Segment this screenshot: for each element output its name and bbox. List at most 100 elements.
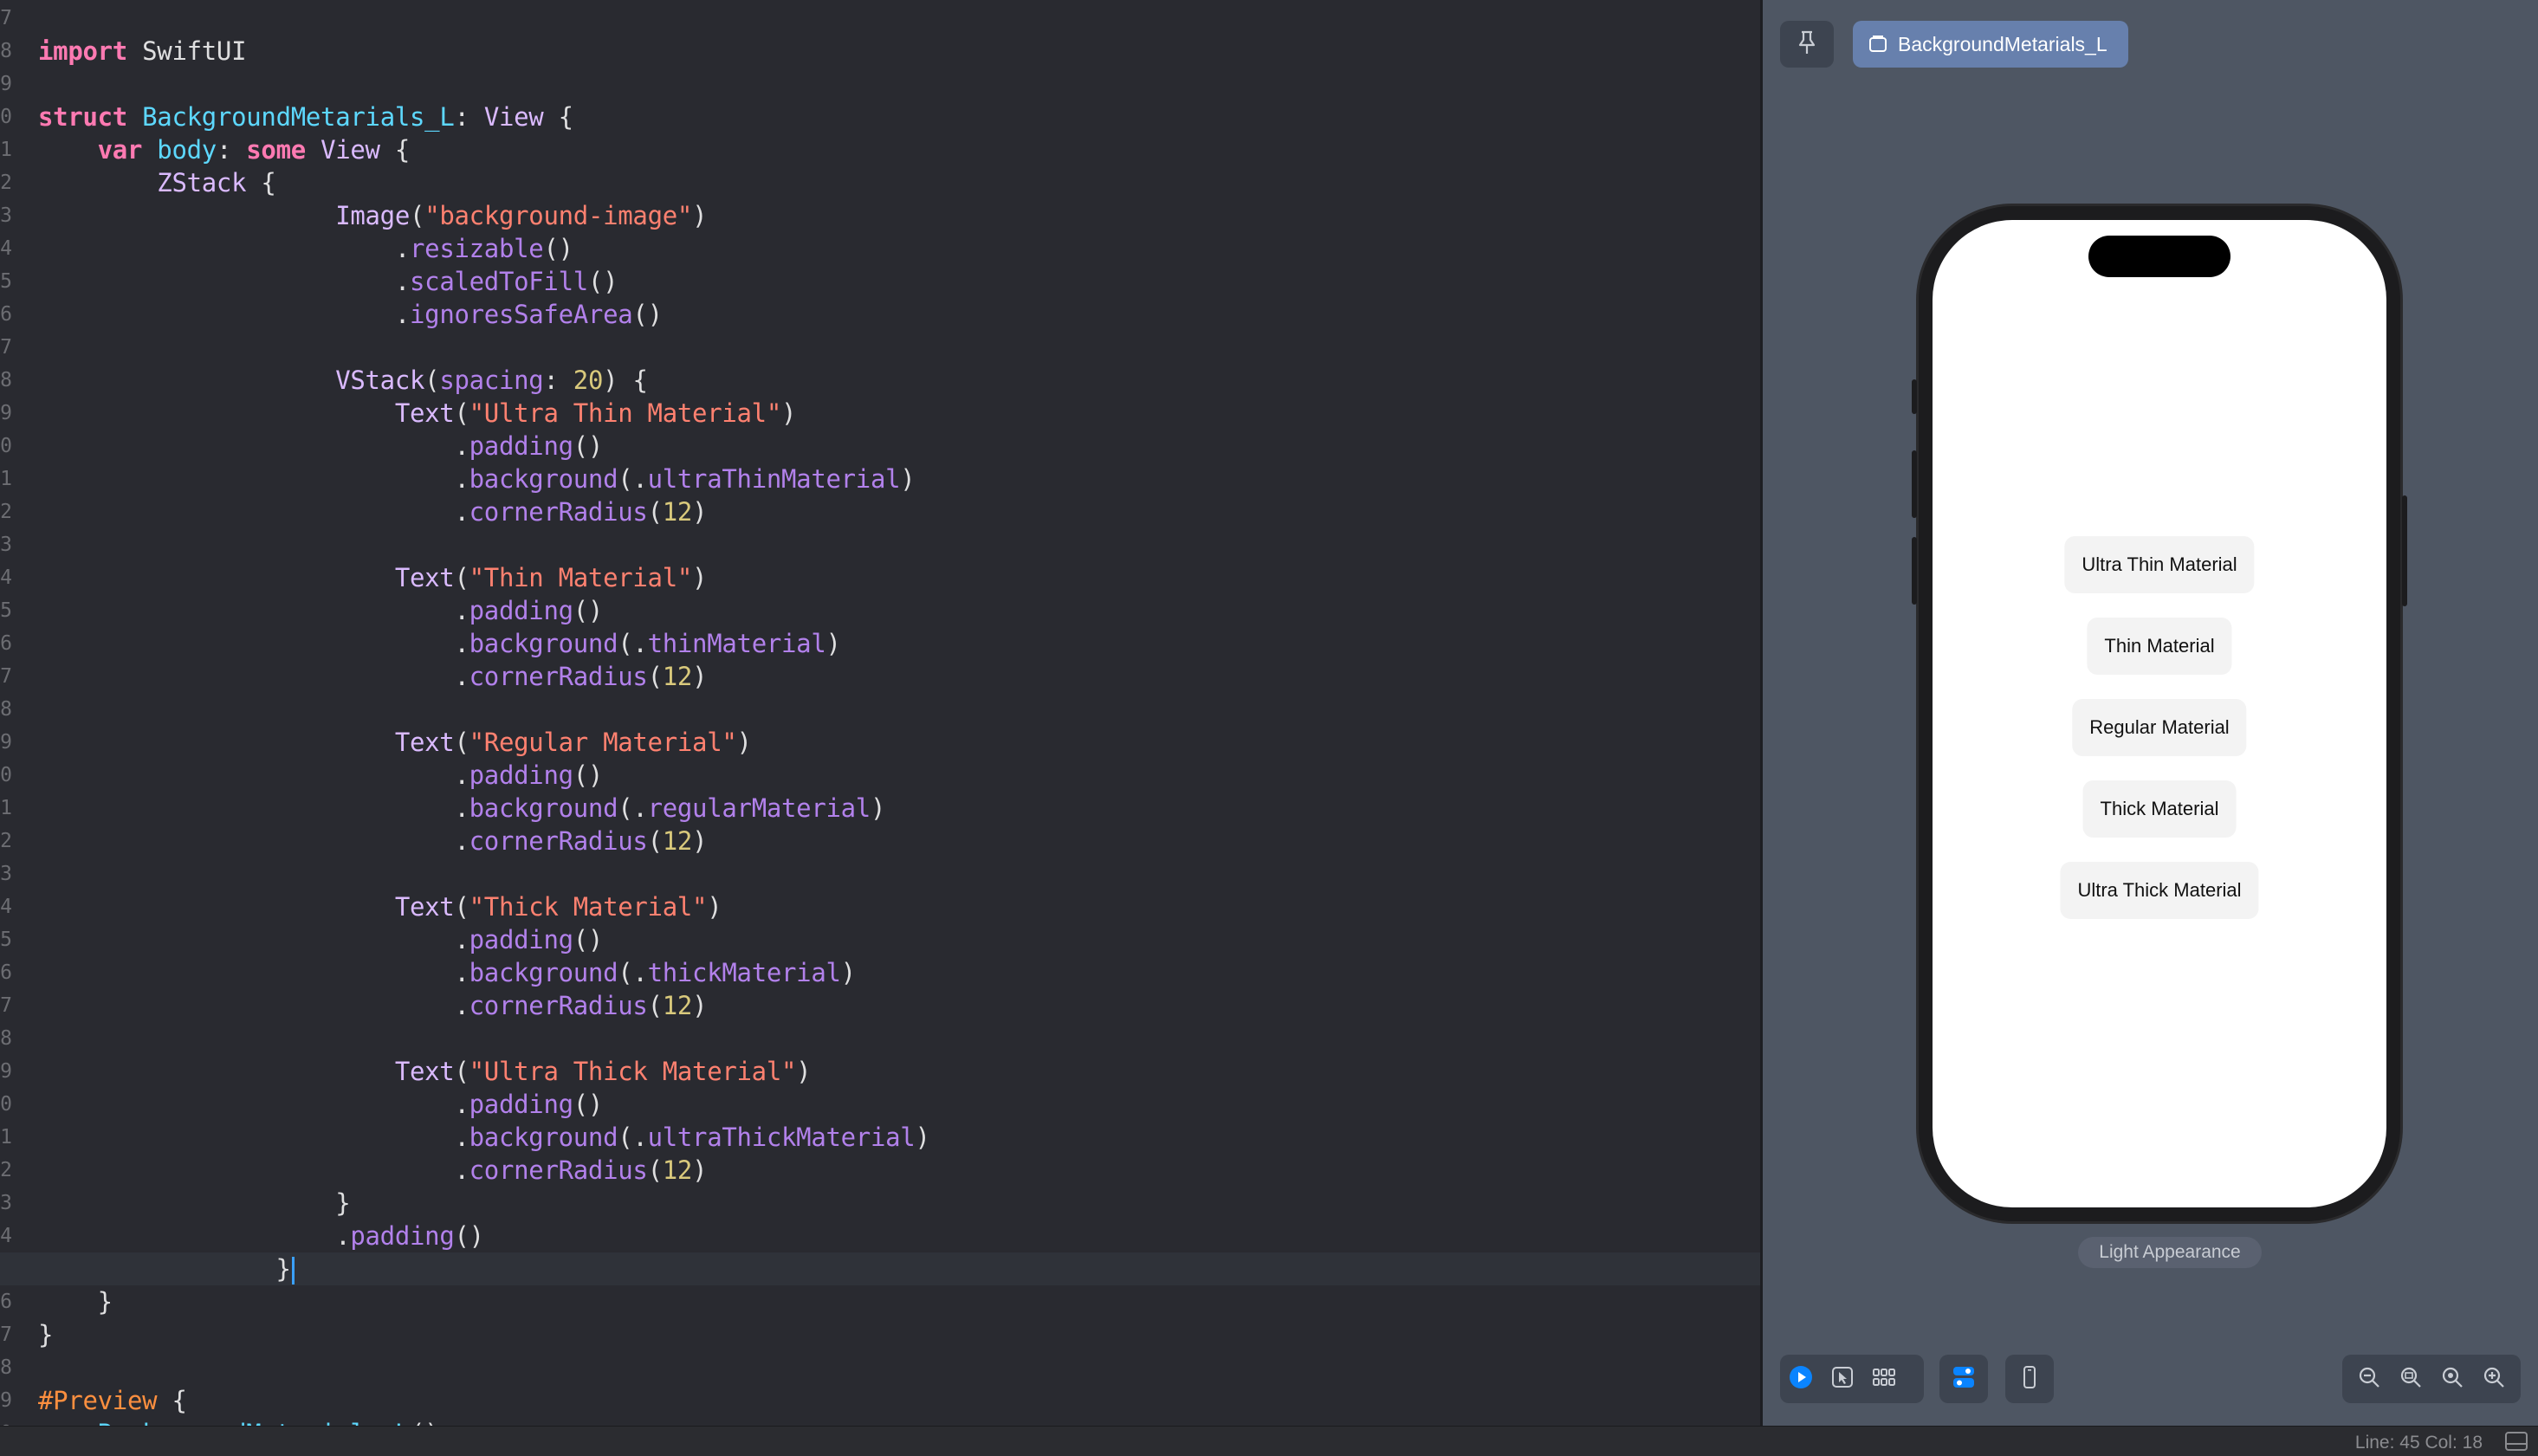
code-line[interactable]: .padding() [38,759,1760,792]
code-token: . [38,497,469,527]
code-line[interactable] [38,528,1760,561]
code-token: (. [618,958,648,987]
code-line[interactable] [38,857,1760,890]
code-line[interactable]: .padding() [38,1088,1760,1121]
code-line[interactable]: import SwiftUI [38,35,1760,68]
code-token: ( [647,826,663,856]
code-token: SwiftUI [126,36,247,66]
code-line[interactable]: VStack(spacing: 20) { [38,364,1760,397]
preview-tab[interactable]: BackgroundMetarials_L [1853,21,2128,68]
code-token: 20 [573,366,604,395]
code-line[interactable]: Text("Ultra Thick Material") [38,1055,1760,1088]
code-line[interactable]: BackgroundMetarials_L() [38,1417,1760,1426]
code-line[interactable]: .padding() [38,430,1760,463]
code-line[interactable]: .ignoresSafeArea() [38,298,1760,331]
code-token: ) [692,662,708,691]
code-token: some [246,135,306,165]
line-number: 33 [0,863,12,885]
code-line[interactable] [38,693,1760,726]
appearance-label[interactable]: Light Appearance [2078,1237,2262,1268]
code-line[interactable]: .background(.ultraThickMaterial) [38,1121,1760,1154]
line-number: 50 [0,1417,12,1426]
line-number: 46 [0,1291,12,1313]
code-line[interactable]: .padding() [38,923,1760,956]
code-line[interactable]: ZStack { [38,166,1760,199]
code-token: ) [781,398,797,428]
code-line[interactable]: .resizable() [38,232,1760,265]
code-line[interactable]: .scaledToFill() [38,265,1760,298]
pin-preview-button[interactable] [1780,21,1834,68]
code-token: ultraThickMaterial [647,1123,916,1152]
code-line[interactable]: Image("background-image") [38,199,1760,232]
device-button[interactable] [2009,1355,2050,1403]
code-token: ) [825,629,841,658]
code-editor[interactable]: 7 8 9 10 11 12 13 14 15 16 17 18 19 20 21 22 23 24 25 26 27 2… [0,0,1760,1426]
code-line[interactable]: Text("Thin Material") [38,561,1760,594]
line-number: 40 [0,1093,12,1116]
code-line[interactable]: .padding() [38,1220,1760,1252]
code-line[interactable] [38,1351,1760,1384]
code-line[interactable]: } [38,1285,1760,1318]
line-number: 35 [0,929,12,951]
selectable-button[interactable] [1822,1355,1863,1403]
code-line[interactable] [38,1022,1760,1055]
zoom-fit-button[interactable] [2390,1355,2431,1403]
code-line[interactable]: var body: some View { [38,133,1760,166]
code-line[interactable]: Text("Ultra Thin Material") [38,397,1760,430]
live-preview-button[interactable] [1780,1355,1822,1403]
zoom-100-button[interactable] [2431,1355,2473,1403]
code-token: . [38,1123,469,1152]
device-toolbar [2005,1355,2054,1403]
code-line[interactable]: .cornerRadius(12) [38,1154,1760,1187]
code-line[interactable] [38,2,1760,35]
code-line[interactable] [38,68,1760,100]
device-settings-button[interactable] [1943,1355,1984,1403]
zoom-out-button[interactable] [2348,1355,2390,1403]
code-token: background [469,793,618,823]
code-line[interactable]: struct BackgroundMetarials_L: View { [38,100,1760,133]
code-area[interactable]: import SwiftUI struct BackgroundMetarials… [0,0,1760,1426]
code-line[interactable]: } [38,1318,1760,1351]
variants-button[interactable] [1863,1355,1905,1403]
code-line[interactable]: .cornerRadius(12) [38,989,1760,1022]
line-number: 22 [0,501,12,523]
code-line[interactable]: .background(.ultraThinMaterial) [38,463,1760,495]
code-line[interactable]: .cornerRadius(12) [38,660,1760,693]
code-line[interactable]: .cornerRadius(12) [38,495,1760,528]
code-token: padding [469,431,573,461]
code-token: padding [469,1090,573,1119]
code-token: . [38,1221,351,1251]
code-line[interactable]: .background(.thinMaterial) [38,627,1760,660]
panel-toggle-icon[interactable] [2505,1432,2528,1454]
line-number: 34 [0,896,12,918]
code-line[interactable]: #Preview { [38,1384,1760,1417]
code-token: . [38,991,469,1020]
code-token: . [38,662,469,691]
code-token: Text [394,892,455,922]
code-line[interactable]: .cornerRadius(12) [38,825,1760,857]
code-token: ) [692,1155,708,1185]
code-token: ) [707,892,722,922]
device-icon [2023,1366,2036,1392]
code-line[interactable]: Text("Thick Material") [38,890,1760,923]
code-line[interactable] [38,331,1760,364]
code-token: background [469,464,618,494]
code-token: ) [796,1057,812,1086]
code-token: import [38,36,127,66]
zoom-in-button[interactable] [2473,1355,2515,1403]
variants-icon [1873,1369,1895,1389]
current-code-line[interactable]: } [0,1252,1760,1285]
selectable-icon [1831,1366,1854,1392]
code-token: cornerRadius [469,1155,648,1185]
code-line[interactable]: .padding() [38,594,1760,627]
zoom-100-icon [2441,1366,2464,1392]
code-line[interactable]: .background(.regularMaterial) [38,792,1760,825]
code-token: var [97,135,143,165]
code-line[interactable]: Text("Regular Material") [38,726,1760,759]
code-line[interactable]: .background(.thickMaterial) [38,956,1760,989]
volume-up-button [1912,450,1917,518]
code-line[interactable]: } [38,1187,1760,1220]
